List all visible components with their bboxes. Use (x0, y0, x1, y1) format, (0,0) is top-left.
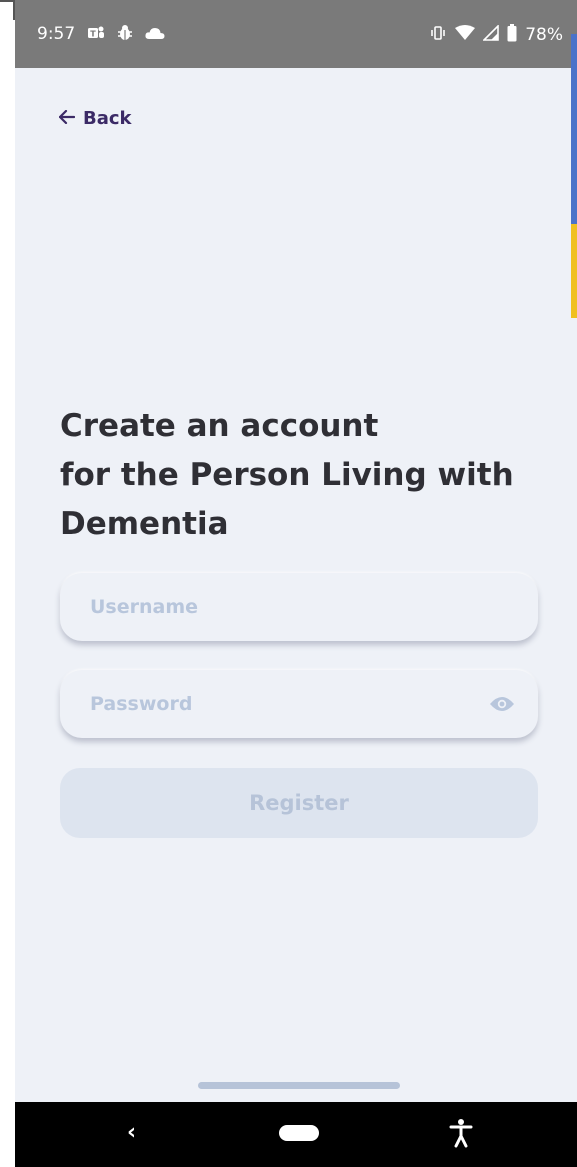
gutter-tick (0, 0, 15, 20)
page-title: Create an account for the Person Living … (60, 402, 540, 549)
battery-icon (507, 24, 517, 45)
password-input[interactable] (90, 693, 488, 715)
status-left: 9:57 T (37, 24, 165, 44)
teams-icon: T (87, 25, 105, 44)
system-nav-bar: ‹ (15, 1102, 577, 1167)
status-time: 9:57 (37, 24, 76, 44)
username-field-container[interactable] (60, 573, 538, 641)
nav-back-button[interactable]: ‹ (127, 1120, 136, 1145)
register-button[interactable]: Register (60, 768, 538, 838)
title-line-3: Dementia (60, 506, 229, 542)
title-line-1: Create an account (60, 408, 379, 444)
svg-text:T: T (90, 29, 96, 38)
left-gutter (0, 0, 15, 1167)
signal-icon (482, 24, 500, 44)
wifi-icon (455, 25, 476, 44)
accessibility-icon[interactable] (449, 1118, 473, 1148)
back-label: Back (83, 108, 132, 129)
vibrate-icon (429, 25, 447, 44)
home-indicator (198, 1082, 400, 1089)
password-field-container[interactable] (60, 670, 538, 738)
bug-icon (117, 24, 133, 44)
accent-blue-bar (571, 34, 577, 224)
cloud-icon (145, 26, 165, 43)
phone-screen: 9:57 T 78% Back Create an account for th… (15, 0, 577, 1167)
show-password-eye-icon[interactable] (488, 690, 516, 718)
title-line-2: for the Person Living with (60, 457, 514, 493)
arrow-left-icon (58, 108, 76, 129)
status-right: 78% (429, 24, 563, 45)
nav-home-button[interactable] (279, 1125, 319, 1141)
accent-yellow-bar (571, 224, 577, 318)
back-button[interactable]: Back (58, 108, 132, 129)
status-bar: 9:57 T 78% (15, 0, 577, 68)
battery-percent: 78% (525, 24, 563, 45)
username-input[interactable] (90, 596, 516, 618)
